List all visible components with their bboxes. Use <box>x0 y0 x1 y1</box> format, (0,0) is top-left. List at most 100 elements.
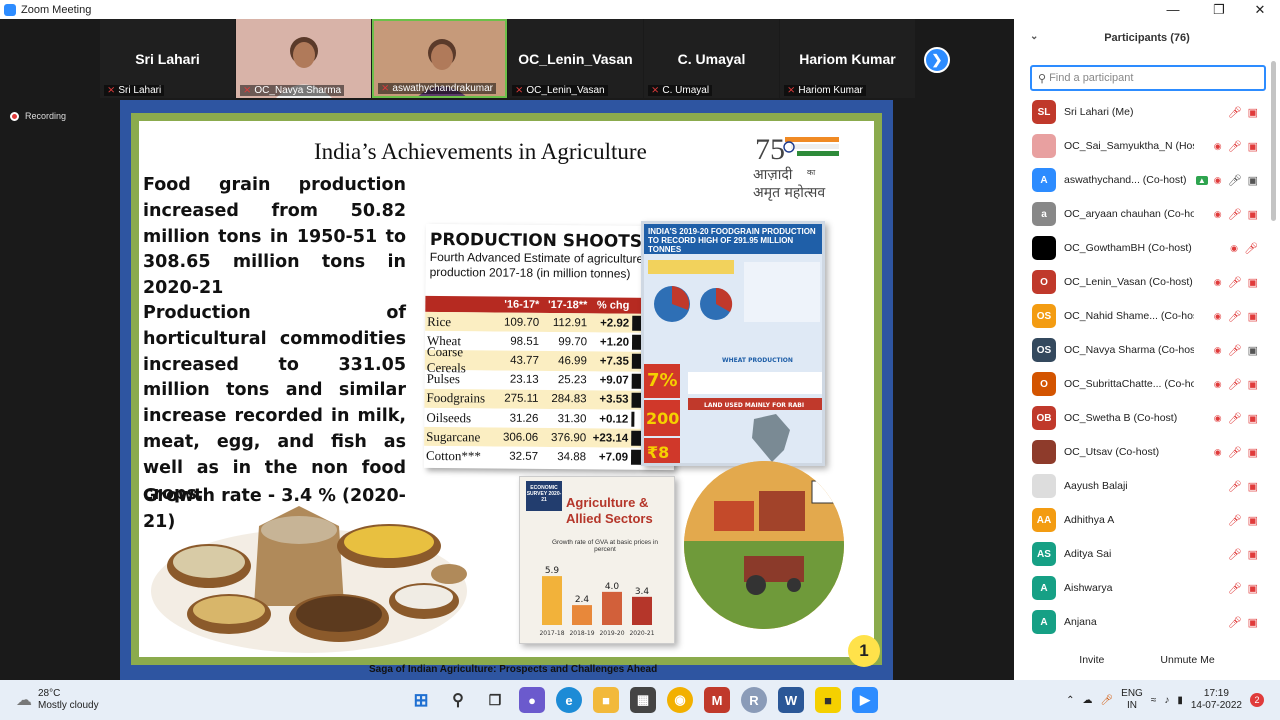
show-hidden-icons-chevron-icon[interactable]: ⌃ <box>1066 695 1074 706</box>
r-app-icon[interactable]: R <box>741 687 767 713</box>
recording-icon[interactable]: ◉ <box>1214 209 1222 220</box>
wifi-icon[interactable]: ≈ <box>1151 695 1157 706</box>
participant-row[interactable]: OS OC_Nahid Shame... (Co-host) ◉ 🎤︎ ▣ <box>1014 299 1280 333</box>
invite-button[interactable]: Invite <box>1071 650 1113 670</box>
mic-off-icon[interactable]: 🎤︎ <box>1228 480 1242 493</box>
mic-off-icon[interactable]: 🎤︎ <box>1228 140 1242 153</box>
participant-list-scrollbar[interactable] <box>1271 61 1276 221</box>
onedrive-cloud-icon[interactable]: ☁ <box>1082 695 1092 706</box>
mic-off-icon[interactable]: 🎤︎ <box>1228 446 1242 459</box>
microphone-icon[interactable]: 🎤︎ <box>1100 695 1113 706</box>
microsoft-store-icon[interactable]: ▦ <box>630 687 656 713</box>
video-on-icon[interactable]: ▣ <box>1248 344 1258 357</box>
mcafee-icon[interactable]: M <box>704 687 730 713</box>
mic-off-icon[interactable]: 🎤︎ <box>1228 310 1242 323</box>
mic-off-icon[interactable]: 🎤︎ <box>1228 106 1242 119</box>
chrome-browser-icon[interactable]: ◉ <box>667 687 693 713</box>
participant-row[interactable]: O OC_Lenin_Vasan (Co-host) ◉ 🎤︎ ▣ <box>1014 265 1280 299</box>
video-off-icon[interactable]: ▣ <box>1248 378 1258 391</box>
zoom-taskbar-icon[interactable]: ▶ <box>852 687 878 713</box>
video-off-icon[interactable]: ▣ <box>1248 412 1258 425</box>
recording-icon[interactable]: ◉ <box>1214 413 1222 424</box>
unmute-me-button[interactable]: Unmute Me <box>1152 650 1223 670</box>
participant-video-tile[interactable]: ⨯ OC_Navya Sharma <box>236 19 371 98</box>
participant-row[interactable]: a OC_aryaan chauhan (Co-host) ◉ 🎤︎ ▣ <box>1014 197 1280 231</box>
video-off-icon[interactable]: ▣ <box>1248 140 1258 153</box>
participant-row[interactable]: AA Adhithya A 🎤︎ ▣ <box>1014 503 1280 537</box>
search-taskbar-icon[interactable]: ⚲ <box>445 687 471 713</box>
share-screen-icon[interactable]: ▲ <box>1195 175 1208 185</box>
participant-row[interactable]: OC_Utsav (Co-host) ◉ 🎤︎ ▣ <box>1014 435 1280 469</box>
windows-start-icon[interactable]: ⊞ <box>408 687 434 713</box>
mic-off-icon[interactable]: 🎤︎ <box>1228 548 1242 561</box>
participant-video-tile[interactable]: ⨯ aswathychandrakumar <box>372 19 507 98</box>
participant-row[interactable]: Aayush Balaji 🎤︎ ▣ <box>1014 469 1280 503</box>
battery-icon[interactable]: ▮ <box>1177 695 1183 706</box>
mic-off-icon[interactable]: 🎤︎ <box>1228 344 1242 357</box>
recording-icon[interactable]: ◉ <box>1214 379 1222 390</box>
video-off-icon[interactable]: ▣ <box>1248 208 1258 221</box>
recording-icon[interactable]: ◉ <box>1214 311 1222 322</box>
mic-off-icon[interactable]: 🎤︎ <box>1228 616 1242 629</box>
minimize-button[interactable]: — <box>1153 0 1193 19</box>
sticky-notes-icon[interactable]: ■ <box>815 687 841 713</box>
participant-row[interactable]: A Aishwarya 🎤︎ ▣ <box>1014 571 1280 605</box>
weather-widget[interactable]: ☁ 28°C Mostly cloudy <box>16 688 99 712</box>
participant-video-tile[interactable]: OC_Lenin_Vasan ⨯ OC_Lenin_Vasan <box>508 19 643 98</box>
mic-off-icon[interactable]: 🎤︎ <box>1244 242 1258 255</box>
speaker-icon[interactable]: ♪ <box>1164 695 1169 706</box>
gva-bar <box>602 591 622 625</box>
recording-icon[interactable]: ◉ <box>1214 141 1222 152</box>
mic-off-icon[interactable]: 🎤︎ <box>1228 208 1242 221</box>
participant-video-tile[interactable]: Hariom Kumar ⨯ Hariom Kumar <box>780 19 915 98</box>
video-off-icon[interactable]: ▣ <box>1248 582 1258 595</box>
video-off-icon[interactable]: ▣ <box>1248 616 1258 629</box>
mic-off-icon[interactable]: 🎤︎ <box>1228 514 1242 527</box>
language-indicator[interactable]: ENG IN <box>1121 688 1143 712</box>
next-page-button[interactable]: ❯ <box>924 47 950 73</box>
participant-video-tile[interactable]: Sri Lahari ⨯ Sri Lahari <box>100 19 235 98</box>
task-view-icon[interactable]: ❐ <box>482 687 508 713</box>
participant-row[interactable]: OC_GowthamBH (Co-host) ◉ 🎤︎ <box>1014 231 1280 265</box>
participant-video-tile[interactable]: C. Umayal ⨯ C. Umayal <box>644 19 779 98</box>
participant-row[interactable]: OC_Sai_Samyuktha_N (Host) ◉ 🎤︎ ▣ <box>1014 129 1280 163</box>
participant-row[interactable]: OB OC_Swetha B (Co-host) ◉ 🎤︎ ▣ <box>1014 401 1280 435</box>
participant-row[interactable]: OS OC_Navya Sharma (Co-host) ◉ 🎤︎ ▣ <box>1014 333 1280 367</box>
video-off-icon[interactable]: ▣ <box>1248 548 1258 561</box>
mic-off-icon[interactable]: 🎤︎ <box>1228 276 1242 289</box>
video-off-icon[interactable]: ▣ <box>1248 276 1258 289</box>
economic-survey-subtitle: Growth rate of GVA at basic prices in pe… <box>551 539 659 553</box>
gva-category-label: 2017-18 <box>539 630 564 637</box>
participant-row[interactable]: O OC_SubrittaChatte... (Co-host) ◉ 🎤︎ ▣ <box>1014 367 1280 401</box>
recording-icon[interactable]: ◉ <box>1214 345 1222 356</box>
recording-icon[interactable]: ◉ <box>1214 277 1222 288</box>
participant-row[interactable]: Aaswathychand... (Co-host) ▲ ◉ 🎤︎ ▣ <box>1014 163 1280 197</box>
edge-browser-icon[interactable]: e <box>556 687 582 713</box>
notification-badge[interactable]: 2 <box>1250 693 1264 707</box>
word-icon[interactable]: W <box>778 687 804 713</box>
close-button[interactable]: ✕ <box>1240 0 1280 19</box>
teams-chat-icon[interactable]: ● <box>519 687 545 713</box>
video-off-icon[interactable]: ▣ <box>1248 446 1258 459</box>
participant-row[interactable]: A Anjana 🎤︎ ▣ <box>1014 605 1280 639</box>
video-on-icon[interactable]: ▣ <box>1248 174 1258 187</box>
mic-on-icon[interactable]: 🎤︎ <box>1228 174 1242 187</box>
video-off-icon[interactable]: ▣ <box>1248 310 1258 323</box>
mic-off-icon[interactable]: 🎤︎ <box>1228 582 1242 595</box>
collapse-chevron-icon[interactable]: ⌄ <box>1030 31 1038 42</box>
recording-icon[interactable]: ◉ <box>1214 175 1222 186</box>
participant-row[interactable]: SL Sri Lahari (Me) 🎤︎ ▣ <box>1014 95 1280 129</box>
video-off-icon[interactable]: ▣ <box>1248 514 1258 527</box>
video-off-icon[interactable]: ▣ <box>1248 480 1258 493</box>
mic-off-icon[interactable]: 🎤︎ <box>1228 378 1242 391</box>
video-off-icon[interactable]: ▣ <box>1248 106 1258 119</box>
recording-icon[interactable]: ◉ <box>1214 447 1222 458</box>
clock[interactable]: 17:19 14-07-2022 <box>1191 688 1242 712</box>
recording-indicator[interactable]: Recording <box>10 111 66 121</box>
recording-icon[interactable]: ◉ <box>1230 243 1238 254</box>
mic-off-icon[interactable]: 🎤︎ <box>1228 412 1242 425</box>
file-explorer-icon[interactable]: ■ <box>593 687 619 713</box>
participant-search-field[interactable]: ⚲ Find a participant <box>1030 65 1266 91</box>
participant-row[interactable]: AS Aditya Sai 🎤︎ ▣ <box>1014 537 1280 571</box>
maximize-button[interactable]: ❐ <box>1199 0 1239 19</box>
